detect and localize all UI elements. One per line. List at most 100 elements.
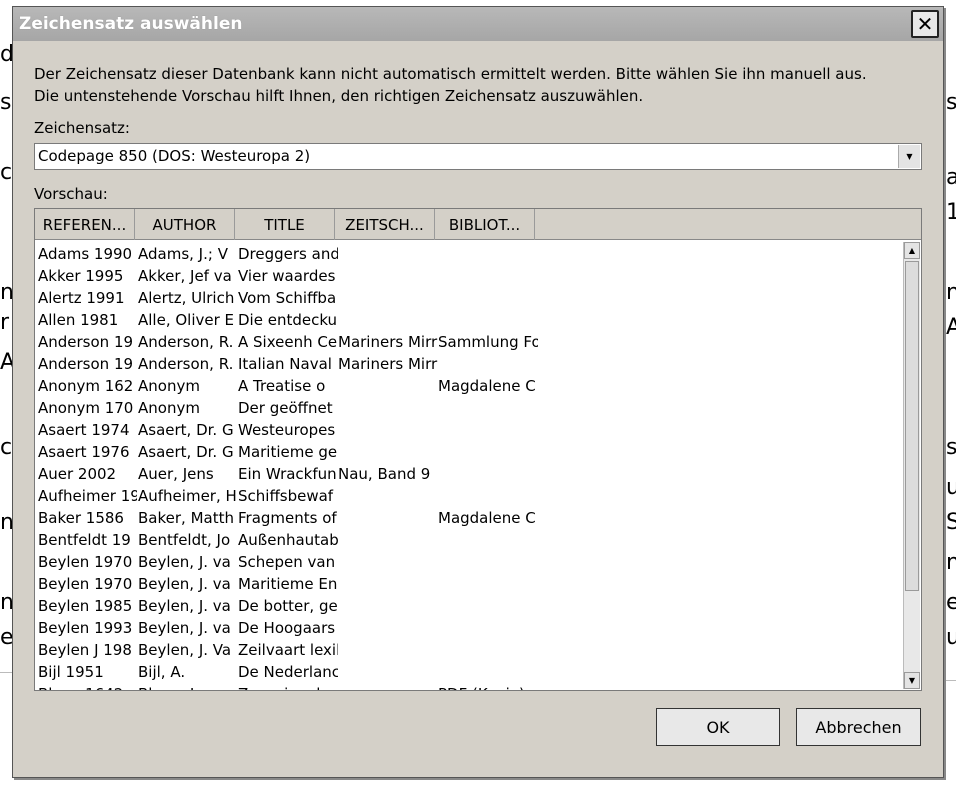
table-row[interactable]: Beylen J 198 Beylen, J. Va Zeilvaart lexil [35, 639, 903, 661]
table-row[interactable]: Auer 2002 Auer, Jens Ein Wrackfun Nau, Band… [35, 463, 903, 485]
cell-bibliothek [438, 267, 538, 287]
vertical-scrollbar[interactable]: ▲ ▼ [903, 242, 920, 689]
cell-author: Beylen, J. Va [138, 641, 232, 659]
cell-reference: Beylen J 198 [38, 641, 132, 659]
cell-title: Die entdecku [238, 311, 338, 329]
cell-zeitschrift [338, 553, 438, 573]
table-row[interactable]: Bijl 1951 Bijl, A. De Nederlanc [35, 661, 903, 683]
cell-author: Beylen, J. va [138, 575, 231, 593]
cell-author: Anderson, R. [138, 333, 234, 351]
dialog-title: Zeichensatz auswählen [19, 14, 243, 34]
cell-bibliothek [438, 355, 538, 375]
scrollbar-thumb[interactable] [905, 261, 919, 591]
cell-zeitschrift [338, 641, 438, 661]
cancel-button[interactable]: Abbrechen [796, 708, 921, 746]
cell-reference: Anderson 19 [38, 333, 134, 351]
cell-reference: Bijl 1951 [38, 663, 104, 681]
table-row[interactable]: Beylen 1985 Beylen, J. va De botter, ge [35, 595, 903, 617]
cell-zeitschrift [338, 619, 438, 639]
cell-author: Beylen, J. va [138, 619, 231, 637]
background-text: e [946, 590, 956, 615]
cell-reference: Akker 1995 [38, 267, 124, 285]
cell-reference: Beylen 1993 [38, 619, 133, 637]
cell-author: Anonym [138, 377, 200, 395]
cell-reference: Allen 1981 [38, 311, 119, 329]
background-text: s [946, 435, 956, 460]
cell-zeitschrift [338, 487, 438, 507]
cell-title: De botter, ge [238, 597, 338, 615]
cell-zeitschrift [338, 311, 438, 331]
cell-author: Bijl, A. [138, 663, 186, 681]
table-row[interactable]: Bentfeldt 19 Bentfeldt, Jo Außenhautab [35, 529, 903, 551]
table-row[interactable]: Aufheimer 19 Aufheimer, H Schiffsbewaf [35, 485, 903, 507]
ok-button[interactable]: OK [656, 708, 780, 746]
table-row[interactable]: Akker 1995 Akker, Jef va Vier waardes [35, 265, 903, 287]
preview-table: REFEREN... AUTHOR TITLE ZEITSCH... BIBLI… [34, 208, 922, 691]
cell-title: Zeilvaart lexil [238, 641, 338, 659]
column-header-title[interactable]: TITLE [235, 209, 335, 240]
cell-bibliothek [438, 619, 538, 639]
table-row[interactable]: Beylen 1970 Beylen, J. va Maritieme En [35, 573, 903, 595]
cell-bibliothek [438, 399, 538, 419]
cell-bibliothek [438, 575, 538, 595]
cell-reference: Asaert 1976 [38, 443, 130, 461]
background-text: s [946, 90, 956, 115]
cell-author: Adams, J.; V [138, 245, 228, 263]
column-header-bibliothek[interactable]: BIBLIOT... [435, 209, 535, 240]
cell-bibliothek [438, 487, 538, 507]
cell-zeitschrift [338, 531, 438, 551]
cell-author: Asaert, Dr. G [138, 421, 234, 439]
cell-reference: Beylen 1970 [38, 553, 133, 571]
cell-zeitschrift [338, 421, 438, 441]
cell-title: Maritieme ge [238, 443, 338, 461]
table-row[interactable]: Adams 1990 Adams, J.; V Dreggers and [35, 243, 903, 265]
cell-bibliothek [438, 531, 538, 551]
cell-author: Bentfeldt, Jo [138, 531, 231, 549]
cell-bibliothek [438, 421, 538, 441]
table-row[interactable]: Anonym 170 Anonym Der geöffnet [35, 397, 903, 419]
column-header-zeitschrift[interactable]: ZEITSCH... [335, 209, 435, 240]
dialog-titlebar[interactable]: Zeichensatz auswählen ✕ [13, 7, 943, 41]
chevron-down-icon[interactable]: ▼ [898, 145, 920, 168]
table-row[interactable]: Blaeu 1642Blaeu, J.Zeespiegel PDF (Kopie) [35, 683, 903, 690]
table-row[interactable]: Beylen 1993 Beylen, J. va De Hoogaars [35, 617, 903, 639]
background-text: u [946, 625, 956, 650]
cell-zeitschrift [338, 377, 438, 397]
close-icon: ✕ [916, 12, 934, 36]
close-button[interactable]: ✕ [911, 10, 939, 38]
cell-bibliothek: Magdalene C [438, 377, 536, 395]
background-text: c [0, 160, 13, 185]
arrow-up-icon[interactable]: ▲ [904, 242, 920, 259]
column-header-reference[interactable]: REFEREN... [35, 209, 135, 240]
background-text: a [946, 165, 956, 190]
arrow-down-icon[interactable]: ▼ [904, 672, 920, 689]
cell-author: Alle, Oliver E [138, 311, 235, 329]
cell-author: Blaeu, J. [138, 685, 237, 690]
table-row[interactable]: Allen 1981 Alle, Oliver E Die entdecku [35, 309, 903, 331]
table-header: REFEREN... AUTHOR TITLE ZEITSCH... BIBLI… [35, 209, 921, 240]
cell-author: Auer, Jens [138, 465, 214, 483]
column-header-author[interactable]: AUTHOR [135, 209, 235, 240]
background-text: n [946, 280, 956, 305]
cell-zeitschrift [338, 685, 438, 690]
table-row[interactable]: Alertz 1991 Alertz, Ulrich Vom Schiffba [35, 287, 903, 309]
table-row[interactable]: Anonym 162 Anonym A Treatise o Magdalene C [35, 375, 903, 397]
cell-zeitschrift: Mariners Mirr [338, 333, 438, 351]
table-row[interactable]: Anderson 19 Anderson, R. Italian Naval Mari… [35, 353, 903, 375]
charset-select[interactable]: Codepage 850 (DOS: Westeuropa 2) ▼ [34, 143, 922, 170]
cell-title: Der geöffnet [238, 399, 333, 417]
cell-title: Vier waardes [238, 267, 336, 285]
charset-dialog: Zeichensatz auswählen ✕ Der Zeichensatz … [12, 6, 944, 778]
cell-title: A Treatise o [238, 377, 326, 395]
cell-zeitschrift: Mariners Mirr [338, 355, 438, 373]
table-row[interactable]: Anderson 19 Anderson, R. A Sixeenh Ce Marin… [35, 331, 903, 353]
table-row[interactable]: Baker 1586 Baker, Matth Fragments of Magdal… [35, 507, 903, 529]
table-row[interactable]: Asaert 1974 Asaert, Dr. G Westeuropes [35, 419, 903, 441]
table-row[interactable]: Beylen 1970 Beylen, J. va Schepen van [35, 551, 903, 573]
cell-reference: Auer 2002 [38, 465, 117, 483]
table-row[interactable]: Asaert 1976 Asaert, Dr. G Maritieme ge [35, 441, 903, 463]
cell-title: Italian Naval [238, 355, 332, 373]
preview-rows[interactable]: Adams 1990 Adams, J.; V Dreggers and Akker … [35, 241, 903, 690]
dialog-description: Der Zeichensatz dieser Datenbank kann ni… [34, 63, 924, 107]
cell-title: Ein Wrackfun [238, 465, 337, 483]
